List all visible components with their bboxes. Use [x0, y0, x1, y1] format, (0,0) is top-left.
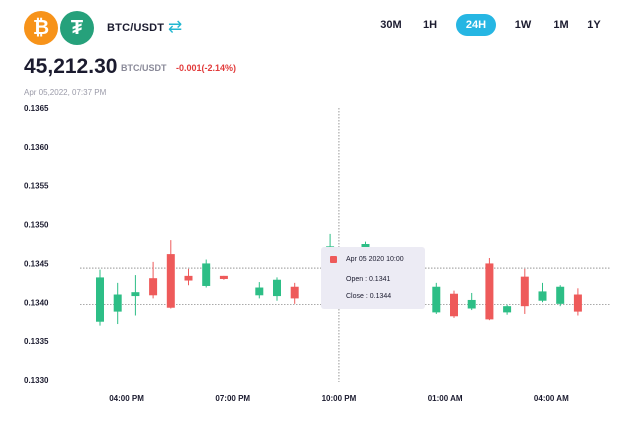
y-tick-label: 0.1360	[24, 143, 49, 152]
y-tick-label: 0.1365	[24, 104, 49, 113]
candle-body-up	[96, 277, 104, 322]
x-tick-label: 07:00 PM	[215, 394, 250, 403]
candle-tooltip: Apr 05 2020 10:00 Open : 0.1341 Close : …	[321, 247, 425, 309]
y-tick-label: 0.1340	[24, 298, 49, 307]
candle-body-up	[538, 291, 547, 301]
candle-body-down	[520, 276, 529, 307]
tooltip-date: Apr 05 2020 10:00	[346, 256, 404, 263]
x-tick-label: 04:00 PM	[109, 394, 144, 403]
candle-body-up	[273, 279, 281, 297]
candle-body-up	[255, 287, 264, 296]
x-tick-label: 04:00 AM	[534, 394, 569, 403]
candle-body-down	[450, 293, 458, 317]
candle-body-down	[184, 275, 193, 281]
y-tick-label: 0.1335	[24, 337, 49, 346]
candle-body-up	[467, 299, 476, 309]
candle-body-down	[290, 286, 299, 299]
candle-body-up	[556, 286, 565, 304]
candle-body-up	[432, 286, 441, 313]
x-tick-label: 01:00 AM	[428, 394, 463, 403]
y-tick-label: 0.1330	[24, 376, 49, 385]
x-tick-label: 10:00 PM	[322, 394, 357, 403]
candle-body-down	[166, 254, 175, 308]
candle-body-up	[503, 306, 512, 313]
candle-body-down	[485, 263, 494, 320]
candle-body-up	[113, 294, 122, 312]
candle-body-down	[573, 294, 582, 312]
y-tick-label: 0.1355	[24, 182, 49, 191]
candle-body-down	[149, 278, 158, 296]
tooltip-color-swatch	[330, 256, 337, 263]
candle-body-up	[131, 292, 140, 297]
candle-body-down	[219, 275, 228, 279]
y-tick-label: 0.1345	[24, 259, 49, 268]
candle-body-up	[202, 263, 211, 286]
tooltip-close: Close : 0.1344	[346, 293, 392, 300]
tooltip-open: Open : 0.1341	[346, 276, 391, 283]
candlestick-chart[interactable]: 0.1365 0.1360 0.1355 0.1350 0.1345 0.1340 0.13…	[0, 0, 632, 428]
y-tick-label: 0.1350	[24, 221, 49, 230]
